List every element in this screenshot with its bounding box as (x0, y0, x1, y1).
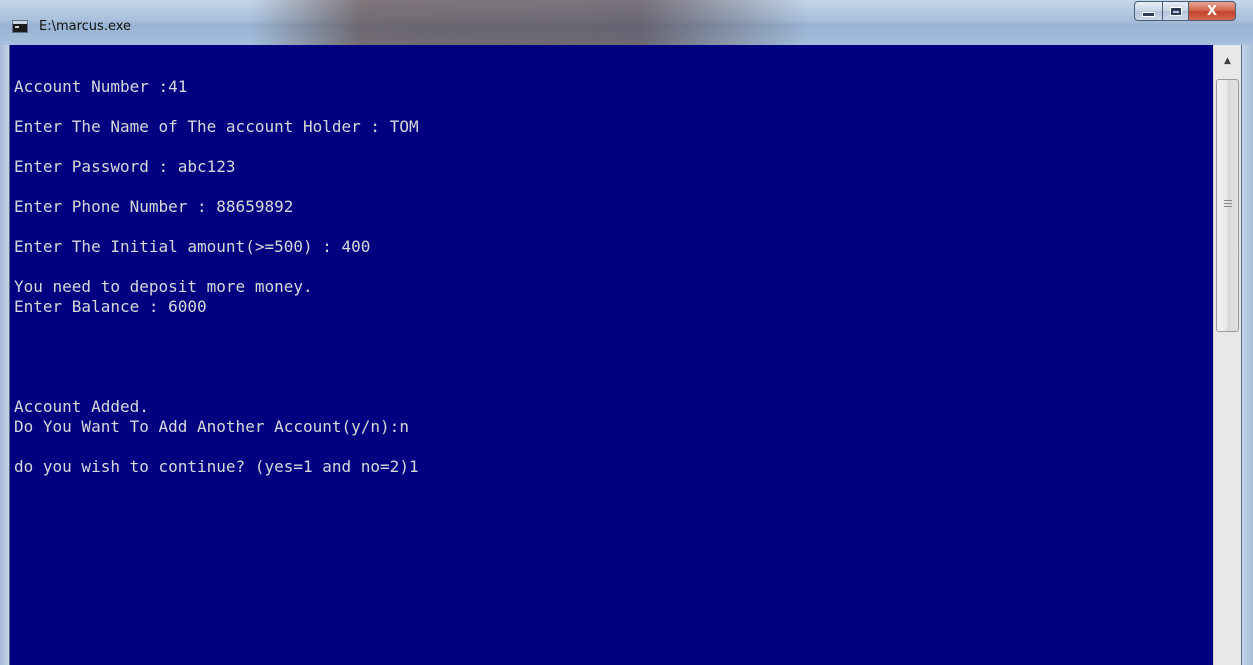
console-blank-line (14, 337, 419, 357)
console-line: do you wish to continue? (yes=1 and no=2… (14, 457, 419, 476)
close-icon: X (1206, 3, 1218, 19)
console-blank-line (14, 317, 419, 337)
console-blank-line (14, 437, 419, 457)
console-line: Enter Phone Number : 88659892 (14, 197, 294, 216)
window-frame-left (0, 45, 10, 665)
console-line: Enter Balance : 6000 (14, 297, 207, 316)
caption-buttons: X (1134, 1, 1236, 22)
vertical-scrollbar[interactable]: ▲ (1213, 45, 1241, 665)
maximize-button[interactable] (1162, 1, 1188, 21)
console-line: You need to deposit more money. (14, 277, 313, 296)
scroll-thumb[interactable] (1216, 79, 1239, 332)
console-blank-line (14, 217, 419, 237)
minimize-button[interactable] (1134, 1, 1162, 21)
console-blank-line (14, 137, 419, 157)
console-line: Account Added. (14, 397, 149, 416)
maximize-icon (1169, 6, 1182, 16)
title-bar-background (250, 0, 810, 45)
console-line: Do You Want To Add Another Account(y/n):… (14, 417, 409, 436)
console-blank-line (14, 177, 419, 197)
thumb-grip-icon (1224, 200, 1232, 207)
console-blank-line (14, 97, 419, 117)
console-line: Enter The Name of The account Holder : T… (14, 117, 419, 136)
scroll-up-arrow-icon: ▲ (1224, 55, 1231, 66)
console-blank-line (14, 377, 419, 397)
console-blank-line (14, 257, 419, 277)
console-output[interactable]: Account Number :41 Enter The Name of The … (10, 45, 1213, 665)
console-line: Account Number :41 (14, 77, 188, 96)
console-line: Enter Password : abc123 (14, 157, 236, 176)
console-window: E:\marcus.exe X Account Number :41 Enter … (0, 0, 1253, 665)
title-bar[interactable]: E:\marcus.exe X (0, 0, 1253, 45)
console-lines: Account Number :41 Enter The Name of The … (14, 77, 419, 477)
console-blank-line (14, 357, 419, 377)
window-title: E:\marcus.exe (39, 19, 132, 34)
minimize-icon (1142, 12, 1155, 17)
window-frame-right (1241, 45, 1253, 665)
console-app-icon[interactable] (12, 20, 28, 33)
scroll-up-button[interactable]: ▲ (1214, 45, 1241, 76)
close-button[interactable]: X (1188, 1, 1236, 21)
console-line: Enter The Initial amount(>=500) : 400 (14, 237, 371, 256)
